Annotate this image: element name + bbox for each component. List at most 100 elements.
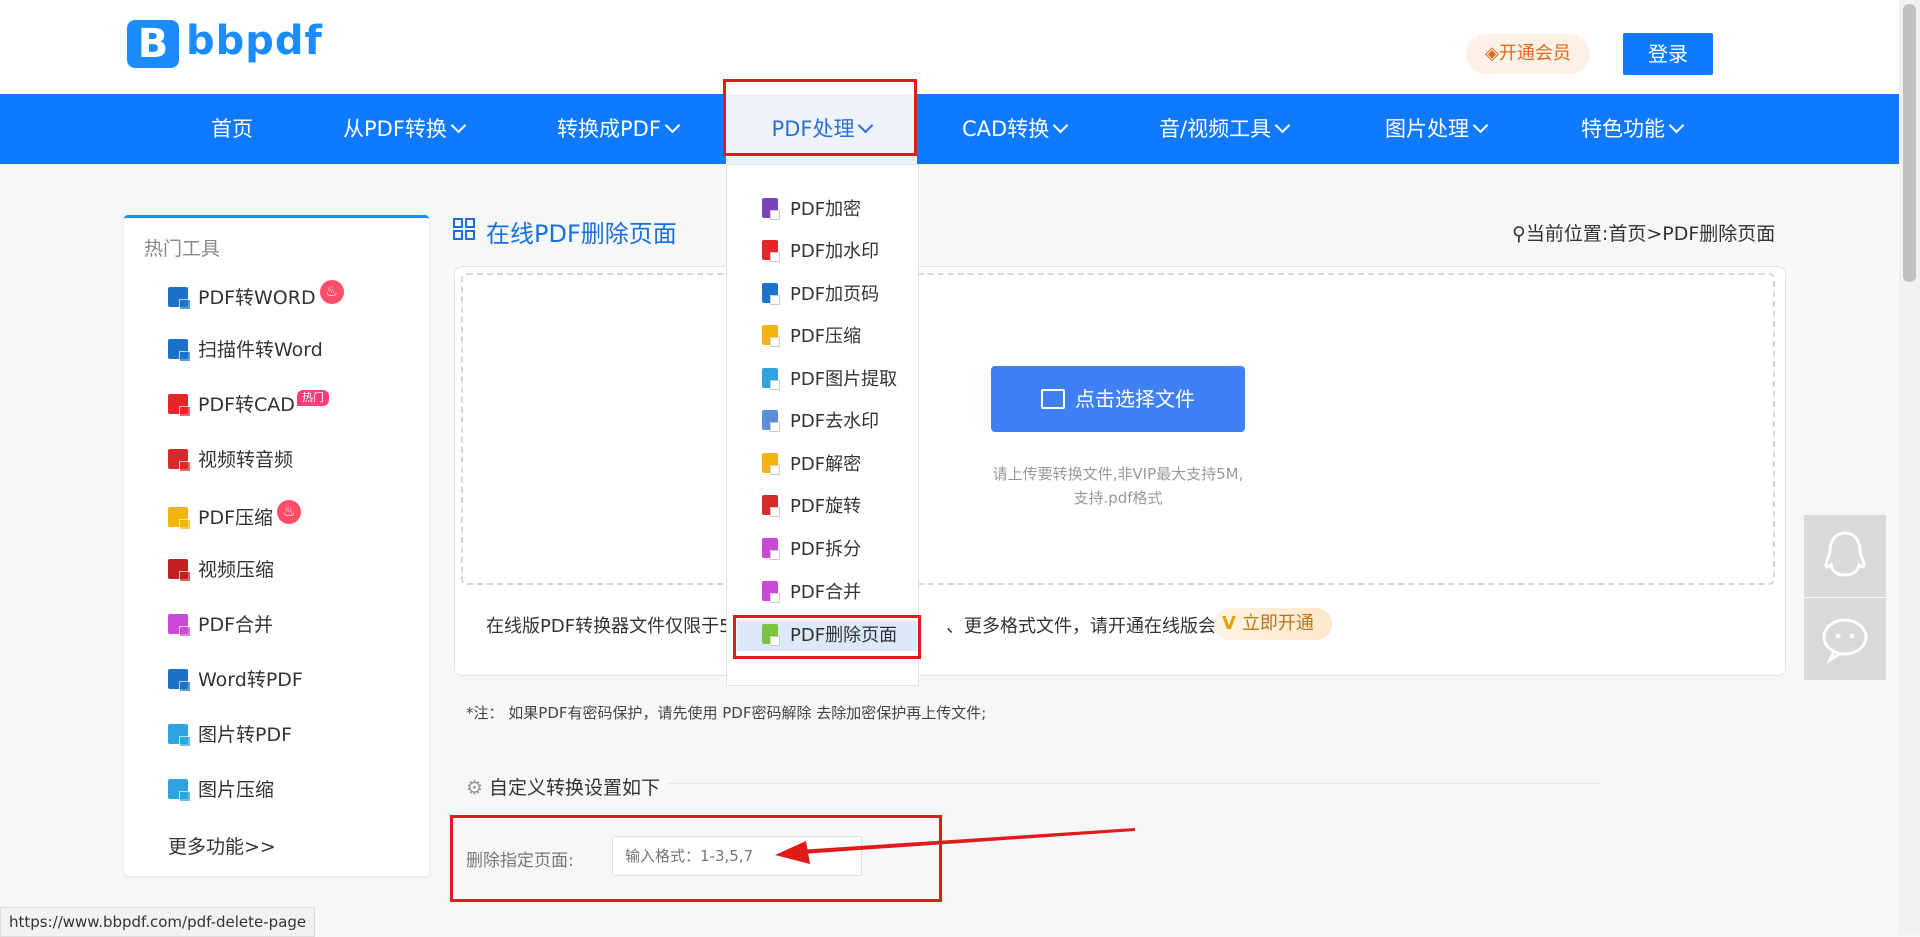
nav-features-label: 特色功能 xyxy=(1581,117,1665,141)
nav-image[interactable]: 图片处理 xyxy=(1385,94,1489,164)
page-number-file-icon xyxy=(762,283,780,305)
compress-file-icon xyxy=(762,325,780,347)
vip-membership-label: 开通会员 xyxy=(1498,43,1571,64)
nav-from-pdf[interactable]: 从PDF转换 xyxy=(343,94,467,164)
settings-section-title: ⚙ 自定义转换设置如下 xyxy=(466,773,660,800)
select-file-button[interactable]: 点击选择文件 xyxy=(991,366,1245,432)
sidebar-item-video-to-audio[interactable]: 视频转音频 xyxy=(168,445,293,475)
sidebar-item-label: 扫描件转Word xyxy=(198,339,323,361)
nav-av-tools[interactable]: 音/视频工具 xyxy=(1159,94,1291,164)
sidebar-item-pdf-to-cad[interactable]: PDF转CAD 热门 xyxy=(168,390,329,420)
chat-bubble-icon xyxy=(1822,618,1868,664)
sidebar-item-pdf-merge[interactable]: PDF合并 xyxy=(168,610,273,640)
sidebar-item-image-to-pdf[interactable]: 图片转PDF xyxy=(168,720,292,750)
chevron-down-icon xyxy=(1274,117,1291,134)
nav-to-pdf[interactable]: 转换成PDF xyxy=(557,94,681,164)
dropdown-item-label: PDF合并 xyxy=(790,582,862,603)
pdf-tools-dropdown: PDF加密 PDF加水印 PDF加页码 PDF压缩 PDF图片提取 PDF去水印… xyxy=(726,164,920,686)
upload-hint: 请上传要转换文件,非VIP最大支持5M, 支持.pdf格式 xyxy=(960,462,1276,510)
select-file-label: 点击选择文件 xyxy=(1075,387,1195,411)
image-file-icon xyxy=(168,724,191,747)
hot-badge: 热门 xyxy=(296,390,329,406)
sidebar-item-label: 视频压缩 xyxy=(198,559,275,581)
dropdown-item-pdf-remove-watermark[interactable]: PDF去水印 xyxy=(762,407,879,437)
dropdown-item-pdf-compress[interactable]: PDF压缩 xyxy=(762,322,861,352)
pdf-unlock-link[interactable]: PDF密码解除 xyxy=(722,704,811,722)
sidebar-item-label: PDF转WORD xyxy=(198,287,316,309)
annotation-highlight-nav xyxy=(723,79,917,156)
rotate-file-icon xyxy=(762,495,780,517)
sidebar-item-video-compress[interactable]: 视频压缩 xyxy=(168,555,274,585)
dropdown-item-pdf-split[interactable]: PDF拆分 xyxy=(762,535,861,565)
chevron-down-icon xyxy=(664,117,681,134)
sidebar-item-pdf-compress[interactable]: PDF压缩 ♨ xyxy=(168,500,302,530)
settings-divider xyxy=(668,783,1602,784)
logo-text[interactable]: bbpdf xyxy=(186,18,323,64)
nav-from-pdf-label: 从PDF转换 xyxy=(343,117,447,141)
scrollbar-thumb[interactable] xyxy=(1903,4,1916,282)
sidebar-item-pdf-to-word[interactable]: PDF转WORD ♨ xyxy=(168,280,344,310)
gear-icon: ⚙ xyxy=(466,777,484,799)
wechat-support-button[interactable] xyxy=(1804,598,1886,680)
upload-hint-line2: 支持.pdf格式 xyxy=(1073,489,1163,507)
sidebar-title: 热门工具 xyxy=(144,238,221,260)
more-features-link[interactable]: 更多功能>> xyxy=(168,832,276,859)
dropdown-item-pdf-rotate[interactable]: PDF旋转 xyxy=(762,492,861,522)
status-bar-url: https://www.bbpdf.com/pdf-delete-page xyxy=(0,907,316,937)
breadcrumb-text: 当前位置:首页>PDF删除页面 xyxy=(1525,223,1776,245)
page-title: 在线PDF删除页面 xyxy=(486,220,677,248)
upload-hint-line1: 请上传要转换文件,非VIP最大支持5M, xyxy=(992,465,1244,483)
nav-cad[interactable]: CAD转换 xyxy=(962,94,1069,164)
location-pin-icon: ⚲ xyxy=(1512,223,1526,245)
settings-title-text: 自定义转换设置如下 xyxy=(489,777,661,799)
merge-file-icon xyxy=(762,581,780,603)
word-file-icon xyxy=(168,669,191,692)
dropdown-item-pdf-image-extract[interactable]: PDF图片提取 xyxy=(762,365,897,395)
open-vip-label: 立即开通 xyxy=(1241,613,1314,634)
sidebar-item-label: 视频转音频 xyxy=(198,449,294,471)
dropdown-item-label: PDF去水印 xyxy=(790,411,880,432)
lock-file-icon xyxy=(762,198,780,220)
sidebar-item-image-compress[interactable]: 图片压缩 xyxy=(168,775,274,805)
vip-icon: V xyxy=(1222,613,1236,634)
vip-membership-button[interactable]: ◈开通会员 xyxy=(1466,34,1590,74)
sidebar-item-label: 图片转PDF xyxy=(198,724,293,746)
sidebar-item-label: PDF压缩 xyxy=(198,507,274,529)
dropdown-item-pdf-page-number[interactable]: PDF加页码 xyxy=(762,280,879,310)
nav-features[interactable]: 特色功能 xyxy=(1581,94,1685,164)
dropdown-item-pdf-merge[interactable]: PDF合并 xyxy=(762,578,861,608)
sidebar-item-scan-to-word[interactable]: 扫描件转Word xyxy=(168,335,323,365)
main-nav: 首页 从PDF转换 转换成PDF PDF处理 CAD转换 音/视频工具 图片处理… xyxy=(0,94,1899,164)
dropdown-item-label: PDF加密 xyxy=(790,199,862,220)
watermark-file-icon xyxy=(762,240,780,262)
sidebar-item-label: PDF转CAD xyxy=(198,394,295,416)
nav-av-tools-label: 音/视频工具 xyxy=(1159,117,1272,141)
logo-badge[interactable]: B xyxy=(127,20,179,68)
dropdown-item-pdf-decrypt[interactable]: PDF解密 xyxy=(762,450,861,480)
remove-watermark-file-icon xyxy=(762,410,780,432)
hot-tools-sidebar: 热门工具 PDF转WORD ♨ 扫描件转Word PDF转CAD 热门 视频转音频 … xyxy=(124,215,429,876)
login-button[interactable]: 登录 xyxy=(1623,33,1713,75)
note-suffix: 去除加密保护再上传文件; xyxy=(811,704,987,722)
dropdown-item-label: PDF旋转 xyxy=(790,496,862,517)
nav-home-label: 首页 xyxy=(211,117,253,141)
video-file-icon xyxy=(168,559,191,582)
open-vip-button[interactable]: V 立即开通 xyxy=(1214,608,1332,640)
dropdown-item-label: PDF拆分 xyxy=(790,539,862,560)
word-file-icon xyxy=(168,339,191,362)
nav-home[interactable]: 首页 xyxy=(211,94,253,164)
image-file-icon xyxy=(168,779,191,802)
qq-support-button[interactable] xyxy=(1804,515,1886,597)
sidebar-item-word-to-pdf[interactable]: Word转PDF xyxy=(168,665,303,695)
image-file-icon xyxy=(762,368,780,390)
chevron-down-icon xyxy=(1052,117,1069,134)
chevron-down-icon xyxy=(450,117,467,134)
dropdown-item-pdf-encrypt[interactable]: PDF加密 xyxy=(762,195,861,225)
diamond-icon: ◈ xyxy=(1485,43,1499,64)
nav-image-label: 图片处理 xyxy=(1385,117,1469,141)
dropdown-item-label: PDF图片提取 xyxy=(790,369,898,390)
dropdown-item-pdf-watermark[interactable]: PDF加水印 xyxy=(762,237,879,267)
annotation-arrow-icon xyxy=(775,828,1135,864)
dropdown-item-label: PDF压缩 xyxy=(790,326,862,347)
word-file-icon xyxy=(168,287,191,310)
